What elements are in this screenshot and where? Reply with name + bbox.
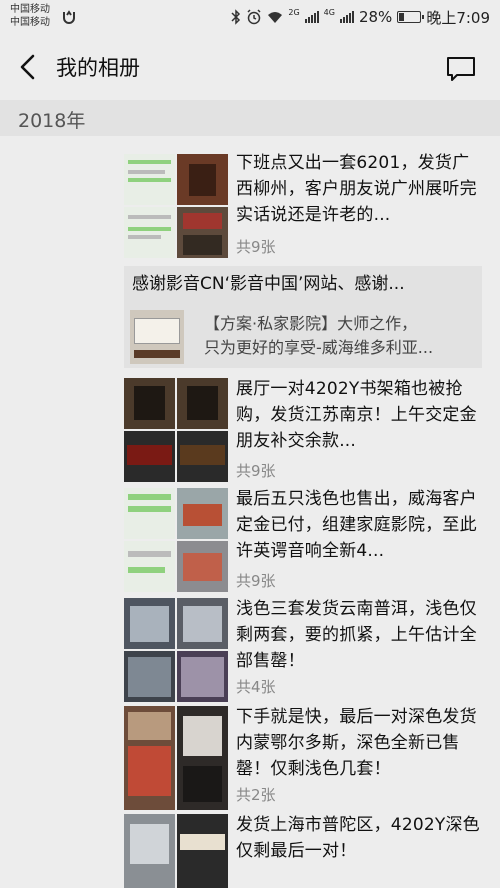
post-photos[interactable] — [124, 706, 228, 812]
list-item[interactable]: 下手就是快，最后一对深色发货内蒙鄂尔多斯，深色全新已售罄！仅剩浅色几套！ 共2张 — [0, 704, 500, 812]
carrier-2: 中国移动 — [10, 17, 50, 28]
carrier-1: 中国移动 — [10, 4, 50, 15]
photo-thumb[interactable] — [124, 154, 175, 205]
post-photos[interactable] — [124, 488, 228, 594]
clock: 晚上7:09 — [426, 8, 490, 27]
battery-percent: 28% — [358, 8, 393, 26]
post-text: 下手就是快，最后一对深色发货内蒙鄂尔多斯，深色全新已售罄！仅剩浅色几套！ — [236, 707, 477, 779]
signal-1-label: 2G — [288, 8, 300, 17]
list-item[interactable]: 浅色三套发货云南普洱，浅色仅剩两套，要的抓紧，上午估计全部售罄！ 共4张 — [0, 596, 500, 704]
photo-count: 共9张 — [236, 572, 276, 590]
battery-icon — [397, 11, 425, 23]
photo-thumb[interactable] — [177, 814, 228, 888]
shared-desc-line-1: 【方案·私家影院】大师之作， — [204, 314, 418, 333]
alarm-icon — [247, 9, 261, 25]
post-text: 浅色三套发货云南普洱，浅色仅剩两套，要的抓紧，上午估计全部售罄！ — [236, 599, 477, 671]
year-section-header: 2018年 — [0, 100, 500, 136]
list-item[interactable]: 展厅一对4202Y书架箱也被抢购，发货江苏南京！上午交定金朋友补交余款... 共… — [0, 376, 500, 488]
signal-2-label: 4G — [323, 8, 335, 17]
post-text: 展厅一对4202Y书架箱也被抢购，发货江苏南京！上午交定金朋友补交余款... — [236, 379, 477, 451]
album-feed[interactable]: 下班点又出一套6201，发货广西柳州，客户朋友说广州展听完实话说还是许老的...… — [0, 136, 500, 888]
year-label: 2018年 — [18, 110, 86, 132]
page-title: 我的相册 — [56, 56, 140, 80]
shared-desc-line-2: 只为更好的享受-威海维多利亚... — [204, 338, 434, 357]
photo-thumb[interactable] — [124, 431, 175, 482]
photo-thumb[interactable] — [177, 541, 228, 592]
photo-thumb[interactable] — [124, 651, 175, 702]
photo-thumb[interactable] — [124, 598, 175, 649]
post-text: 最后五只浅色也售出，威海客户定金已付，组建家庭影院，至此许英谔音响全新4... — [236, 489, 477, 561]
signal-1-icon — [304, 11, 319, 23]
shared-article-description: 【方案·私家影院】大师之作， 只为更好的享受-威海维多利亚... — [204, 312, 476, 360]
photo-count: 共9张 — [236, 462, 276, 480]
signal-2-icon — [339, 11, 354, 23]
post-photos[interactable] — [124, 378, 228, 484]
battery-level-fill — [399, 13, 405, 21]
photo-thumb[interactable] — [124, 814, 175, 888]
shared-article-thumbnail — [130, 310, 184, 364]
app-notification-icon — [63, 10, 75, 24]
status-bar: 中国移动 中国移动 2G 4G 28% 晚上7:09 — [0, 0, 500, 36]
photo-thumb[interactable] — [177, 651, 228, 702]
photo-count: 共2张 — [236, 786, 276, 804]
post-photos[interactable] — [124, 154, 228, 260]
wifi-icon — [268, 12, 283, 23]
photo-thumb[interactable] — [124, 541, 175, 592]
post-photos[interactable] — [124, 814, 228, 888]
back-button[interactable] — [14, 52, 44, 82]
photo-thumb[interactable] — [177, 431, 228, 482]
list-item[interactable]: 下班点又出一套6201，发货广西柳州，客户朋友说广州展听完实话说还是许老的...… — [0, 150, 500, 262]
shared-article-card[interactable]: 感谢影音CN‘影音中国’网站、感谢... 【方案·私家影院】大师之作， 只为更好… — [124, 266, 482, 368]
post-text: 下班点又出一套6201，发货广西柳州，客户朋友说广州展听完实话说还是许老的... — [236, 153, 477, 225]
photo-count: 共9张 — [236, 238, 276, 256]
photo-thumb[interactable] — [124, 207, 175, 258]
photo-thumb[interactable] — [177, 488, 228, 539]
photo-thumb[interactable] — [124, 706, 175, 810]
photo-thumb[interactable] — [124, 378, 175, 429]
bluetooth-icon — [231, 9, 241, 25]
photo-thumb[interactable] — [177, 598, 228, 649]
list-item[interactable]: 最后五只浅色也售出，威海客户定金已付，组建家庭影院，至此许英谔音响全新4... … — [0, 486, 500, 598]
photo-thumb[interactable] — [177, 706, 228, 810]
photo-thumb[interactable] — [177, 378, 228, 429]
post-photos[interactable] — [124, 598, 228, 704]
photo-thumb[interactable] — [177, 154, 228, 205]
shared-article-title: 感谢影音CN‘影音中国’网站、感谢... — [132, 274, 405, 294]
photo-thumb[interactable] — [177, 207, 228, 258]
post-text: 发货上海市普陀区，4202Y深色仅剩最后一对！ — [236, 815, 480, 861]
header: 我的相册 — [0, 36, 500, 100]
message-icon[interactable] — [446, 56, 476, 82]
list-item[interactable]: 发货上海市普陀区，4202Y深色仅剩最后一对！ — [0, 812, 500, 888]
photo-count: 共4张 — [236, 678, 276, 696]
photo-thumb[interactable] — [124, 488, 175, 539]
